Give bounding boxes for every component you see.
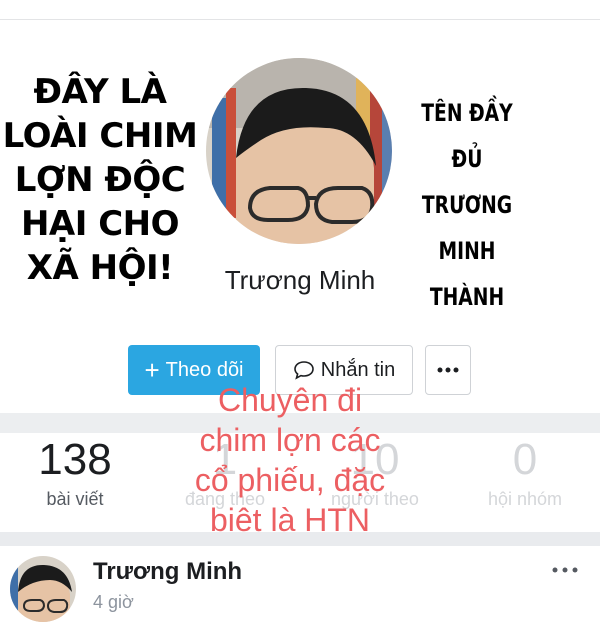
more-options-button[interactable] xyxy=(425,345,471,395)
plus-icon: + xyxy=(144,355,160,385)
post-author-avatar[interactable] xyxy=(10,556,76,622)
stat-value: 138 xyxy=(38,435,112,484)
meme-left-line: ĐÂY LÀ xyxy=(33,72,167,112)
meme-center-line: Chuyên đi xyxy=(217,382,363,418)
more-dots-icon xyxy=(552,567,578,573)
meme-right-line: ĐỦ xyxy=(451,145,483,173)
meme-right-line: MINH xyxy=(438,237,496,265)
post-more-button[interactable] xyxy=(550,560,580,580)
follow-label: Theo dõi xyxy=(165,358,244,381)
stat-label: hội nhóm xyxy=(487,489,563,509)
meme-right-line: THÀNH xyxy=(429,283,505,311)
top-divider xyxy=(0,19,600,20)
stat-label: bài viết xyxy=(46,489,104,509)
stat-value: 0 xyxy=(512,435,538,484)
stat-groups[interactable]: 0 hội nhóm xyxy=(450,435,600,511)
message-label: Nhắn tin xyxy=(320,358,396,381)
profile-avatar[interactable] xyxy=(206,58,392,244)
post-author-name[interactable]: Trương Minh xyxy=(93,558,242,586)
more-dots-icon xyxy=(437,367,459,373)
meme-right-line: TRƯƠNG xyxy=(421,191,513,219)
post-avatar-photo xyxy=(10,556,76,622)
chat-bubble-icon xyxy=(293,361,314,380)
avatar-photo xyxy=(206,58,392,244)
meme-left-line: LỢN ĐỘC xyxy=(14,160,186,200)
meme-text-center: Chuyên đi chim lợn các cổ phiếu, đặc biệ… xyxy=(160,380,420,540)
meme-left-line: HẠI CHO xyxy=(20,204,180,244)
section-divider xyxy=(0,532,600,546)
meme-text-right: TÊN ĐẦY ĐỦ TRƯƠNG MINH THÀNH xyxy=(409,90,526,320)
meme-left-line: XÃ HỘI! xyxy=(26,248,174,288)
meme-left-line: LOÀI CHIM xyxy=(2,116,198,156)
profile-name: Trương Minh xyxy=(224,265,376,295)
meme-center-line: chim lợn các xyxy=(199,422,381,458)
stat-posts[interactable]: 138 bài viết xyxy=(0,435,150,511)
meme-right-line: TÊN ĐẦY xyxy=(421,99,513,127)
meme-center-line: cổ phiếu, đặc xyxy=(194,462,386,498)
post-timestamp: 4 giờ xyxy=(93,592,134,612)
meme-text-left: ĐÂY LÀ LOÀI CHIM LỢN ĐỘC HẠI CHO XÃ HỘI! xyxy=(0,70,200,290)
